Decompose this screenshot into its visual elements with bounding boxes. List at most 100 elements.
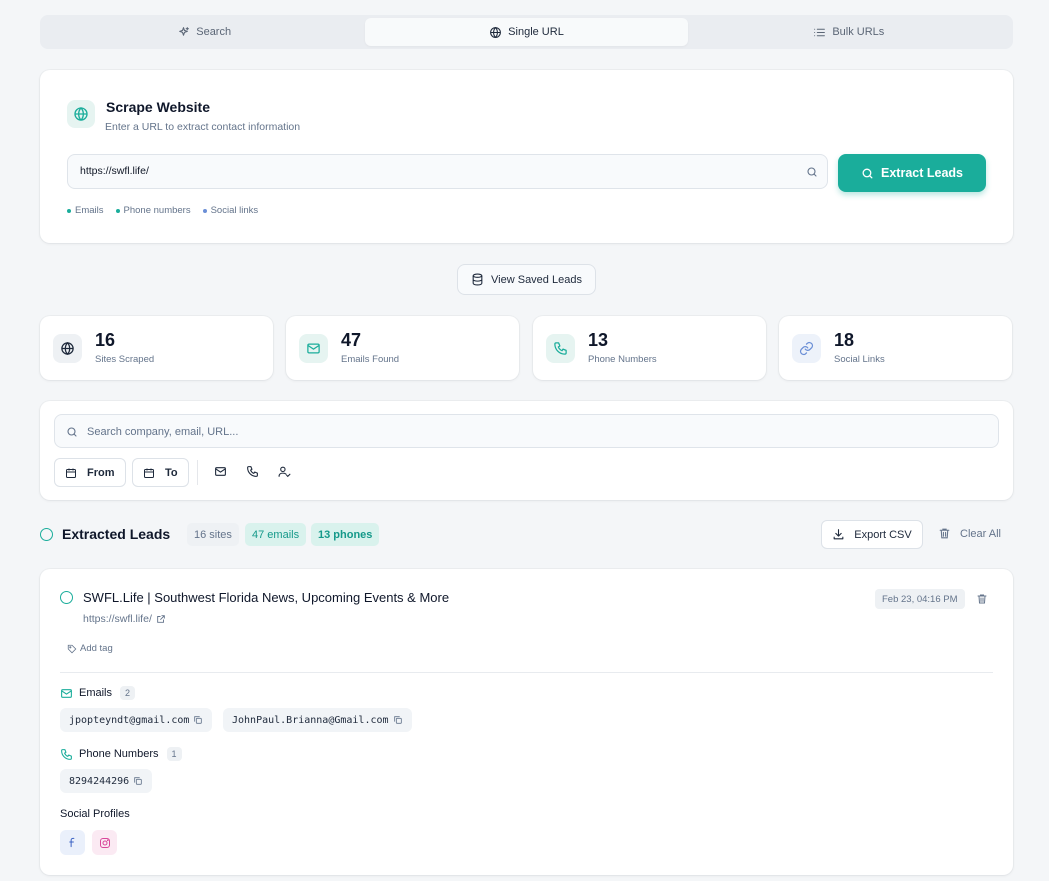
phones-section-label: Phone Numbers (79, 748, 159, 760)
lead-card: SWFL.Life | Southwest Florida News, Upco… (40, 569, 1013, 875)
social-section-label: Social Profiles (60, 808, 130, 820)
tab-search-label: Search (196, 26, 232, 38)
clear-all-label: Clear All (960, 527, 1001, 540)
emails-count: 2 (120, 686, 136, 700)
copy-icon[interactable] (393, 715, 403, 725)
search-icon (861, 167, 874, 180)
date-from-label: From (87, 466, 115, 479)
scrape-subtitle: Enter a URL to extract contact informati… (105, 121, 301, 133)
stat-label: Sites Scraped (95, 354, 155, 365)
trash-icon (938, 527, 951, 540)
chip-phones: Phone numbers (115, 205, 191, 216)
copy-icon[interactable] (193, 715, 203, 725)
scrape-title: Scrape Website (106, 99, 211, 115)
download-icon (832, 528, 845, 541)
filter-phone-icon[interactable] (246, 465, 259, 478)
database-icon (471, 273, 484, 286)
emails-count-badge: 47 emails (245, 523, 307, 546)
email-chip[interactable]: JohnPaul.Brianna@Gmail.com (223, 708, 412, 732)
phones-count-badge: 13 phones (311, 523, 380, 546)
mail-icon (299, 334, 328, 363)
stat-phone-numbers: 13 Phone Numbers (533, 316, 766, 380)
phone-icon (546, 334, 575, 363)
mail-icon (60, 687, 73, 700)
clear-all-button[interactable]: Clear All (938, 527, 1001, 540)
tab-search[interactable]: Search (43, 18, 365, 46)
stat-value: 47 (341, 330, 362, 350)
calendar-icon (143, 467, 155, 479)
phone-icon (60, 748, 73, 761)
email-value: JohnPaul.Brianna@Gmail.com (232, 714, 389, 726)
view-saved-leads-button[interactable]: View Saved Leads (457, 264, 596, 295)
lead-select-circle[interactable] (60, 591, 73, 604)
globe-icon (67, 100, 95, 128)
search-icon (806, 166, 818, 178)
search-placeholder: Search company, email, URL... (87, 426, 239, 438)
globe-icon (53, 334, 82, 363)
stat-label: Emails Found (341, 354, 400, 365)
phone-value: 8294244296 (69, 775, 130, 787)
stat-value: 18 (834, 330, 855, 350)
export-csv-label: Export CSV (854, 528, 912, 541)
phones-section-header: Phone Numbers 1 (60, 747, 182, 761)
tab-single-url[interactable]: Single URL (365, 18, 688, 46)
scrape-card: Scrape Website Enter a URL to extract co… (40, 70, 1013, 243)
stat-emails-found: 47 Emails Found (286, 316, 519, 380)
view-saved-leads-label: View Saved Leads (491, 273, 582, 286)
chip-emails: Emails (67, 205, 104, 216)
stat-label: Phone Numbers (588, 354, 657, 365)
emails-section-label: Emails (79, 687, 113, 699)
external-link-icon (156, 614, 166, 624)
extract-leads-button[interactable]: Extract Leads (838, 154, 986, 192)
emails-section-header: Emails 2 (60, 686, 136, 700)
date-from-button[interactable]: From (54, 458, 126, 487)
stat-sites-scraped: 16 Sites Scraped (40, 316, 273, 380)
email-value: jpopteyndt@gmail.com (69, 714, 190, 726)
instagram-icon[interactable] (92, 830, 117, 855)
filter-card: Search company, email, URL... From To (40, 401, 1013, 500)
add-tag-label: Add tag (80, 643, 113, 654)
stat-social-links: 18 Social Links (779, 316, 1012, 380)
extract-types: Emails Phone numbers Social links (67, 205, 258, 216)
tab-single-url-label: Single URL (508, 26, 564, 38)
tab-bulk-urls-label: Bulk URLs (832, 26, 885, 38)
facebook-icon[interactable] (60, 830, 85, 855)
email-chip[interactable]: jpopteyndt@gmail.com (60, 708, 213, 732)
tag-icon (67, 644, 77, 654)
lead-title: SWFL.Life | Southwest Florida News, Upco… (83, 590, 450, 605)
leads-status-circle (40, 528, 53, 541)
filter-user-check-icon[interactable] (278, 465, 291, 478)
chip-social: Social links (202, 205, 258, 216)
list-icon (813, 26, 826, 39)
lead-url-text: https://swfl.life/ (83, 613, 152, 625)
leads-search-input[interactable]: Search company, email, URL... (54, 414, 999, 448)
calendar-icon (65, 467, 77, 479)
search-icon (66, 426, 78, 438)
delete-lead-icon[interactable] (976, 593, 988, 605)
date-to-button[interactable]: To (132, 458, 189, 487)
extracted-leads-title: Extracted Leads (62, 526, 171, 542)
divider (197, 460, 198, 485)
link-icon (792, 334, 821, 363)
social-section-header: Social Profiles (60, 808, 130, 820)
extract-leads-label: Extract Leads (881, 166, 963, 180)
phones-count: 1 (166, 747, 182, 761)
add-tag-button[interactable]: Add tag (67, 643, 113, 654)
globe-icon (489, 26, 502, 39)
export-csv-button[interactable]: Export CSV (821, 520, 923, 549)
tab-bulk-urls[interactable]: Bulk URLs (688, 18, 1010, 46)
stat-value: 16 (95, 330, 116, 350)
lead-url-link[interactable]: https://swfl.life/ (83, 613, 166, 625)
sparkle-icon (177, 26, 190, 39)
stat-value: 13 (588, 330, 609, 350)
url-input[interactable]: https://swfl.life/ (67, 154, 828, 189)
mode-tabs: Search Single URL Bulk URLs (40, 15, 1013, 49)
sites-count-badge: 16 sites (187, 523, 239, 546)
date-to-label: To (165, 466, 178, 479)
copy-icon[interactable] (133, 776, 143, 786)
stat-label: Social Links (834, 354, 885, 365)
filter-email-icon[interactable] (214, 465, 227, 478)
phone-chip[interactable]: 8294244296 (60, 769, 153, 793)
divider (60, 672, 993, 673)
lead-date-badge: Feb 23, 04:16 PM (875, 589, 965, 609)
